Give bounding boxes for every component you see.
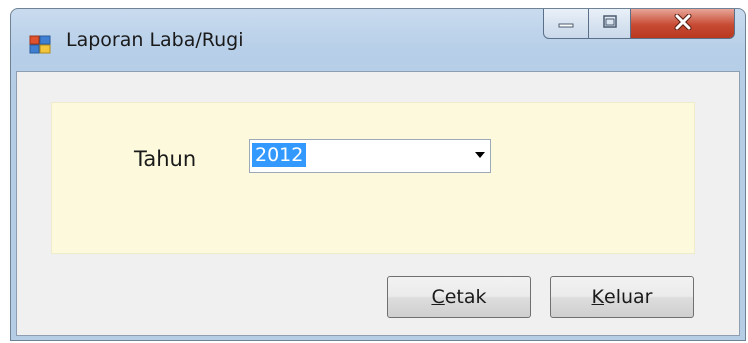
dialog-window: Laporan Laba/Rugi Tahun 2012 C etak K el… xyxy=(10,8,746,341)
form-window-icon xyxy=(29,33,51,55)
cetak-mnemonic: C xyxy=(431,286,445,308)
keluar-button[interactable]: Keluar xyxy=(550,276,694,318)
input-panel: Tahun 2012 xyxy=(51,102,695,254)
minimize-button[interactable] xyxy=(543,9,589,39)
client-area: Tahun 2012 Cetak Keluar xyxy=(16,71,740,336)
tahun-combobox[interactable]: 2012 xyxy=(249,139,491,173)
minimize-icon xyxy=(557,14,575,33)
keluar-label: eluar xyxy=(604,286,653,308)
tahun-value: 2012 xyxy=(252,143,307,167)
maximize-icon xyxy=(602,14,618,33)
close-button[interactable] xyxy=(631,9,735,39)
close-icon xyxy=(673,13,693,34)
maximize-button[interactable] xyxy=(589,9,631,39)
tahun-label: Tahun xyxy=(134,147,197,171)
keluar-mnemonic: K xyxy=(591,286,604,308)
cetak-button[interactable]: Cetak xyxy=(387,276,531,318)
window-title: Laporan Laba/Rugi xyxy=(66,29,244,51)
cetak-label: etak xyxy=(444,286,487,308)
title-bar[interactable]: Laporan Laba/Rugi xyxy=(11,9,745,71)
dropdown-arrow-icon[interactable] xyxy=(475,152,485,158)
